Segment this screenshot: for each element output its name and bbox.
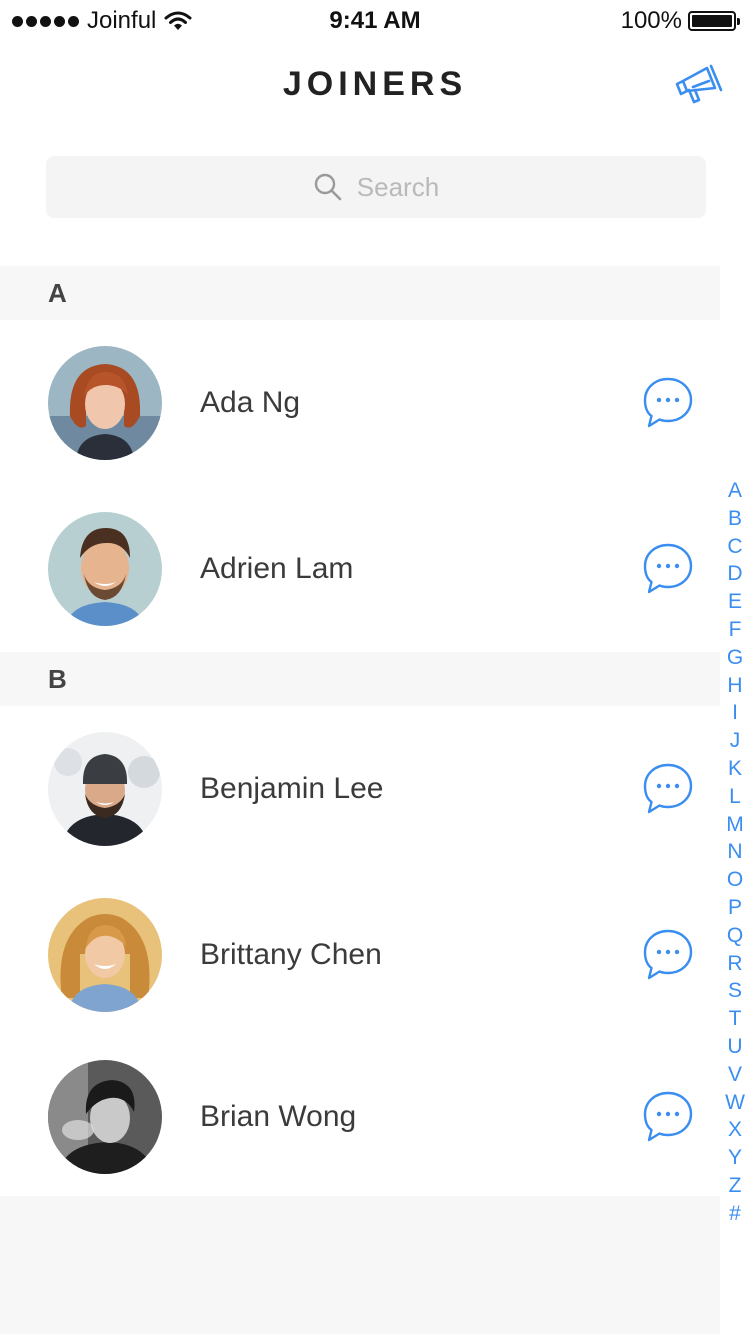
list-footer-background [0,1196,720,1334]
section-header-a: A [0,266,720,320]
index-letter[interactable]: F [722,616,748,644]
megaphone-icon [675,64,723,104]
contact-row[interactable]: Brian Wong [0,1038,720,1196]
contact-list: A Ada Ng Adrien Lam B Benjamin Lee Britt… [0,266,720,1196]
index-letter[interactable]: X [722,1116,748,1144]
contact-name: Adrien Lam [200,552,354,585]
index-letter[interactable]: L [722,783,748,811]
battery-percent: 100% [620,7,682,34]
index-letter[interactable]: I [722,699,748,727]
index-letter[interactable]: U [722,1033,748,1061]
index-letter[interactable]: W [722,1089,748,1117]
index-letter[interactable]: T [722,1005,748,1033]
announcement-button[interactable] [670,60,726,108]
page-title: JOINERS [282,65,468,103]
chat-bubble-icon[interactable] [640,541,696,597]
index-letter[interactable]: G [722,644,748,672]
index-letter[interactable]: V [722,1061,748,1089]
index-letter[interactable]: C [722,533,748,561]
chat-bubble-icon[interactable] [640,375,696,431]
alphabet-index[interactable]: A B C D E F G H I J K L M N O P Q R S T … [722,477,748,1228]
index-letter[interactable]: B [722,505,748,533]
index-letter[interactable]: D [722,560,748,588]
index-letter[interactable]: P [722,894,748,922]
avatar [48,346,162,460]
index-letter[interactable]: O [722,866,748,894]
battery-icon [688,11,740,31]
chat-bubble-icon[interactable] [640,1089,696,1145]
status-bar: Joinful 9:41 AM 100% [0,0,750,42]
chat-bubble-icon[interactable] [640,927,696,983]
contact-row[interactable]: Brittany Chen [0,872,720,1038]
contact-name: Benjamin Lee [200,772,384,805]
index-letter[interactable]: H [722,672,748,700]
contact-row[interactable]: Adrien Lam [0,486,720,652]
contact-name: Brian Wong [200,1100,357,1133]
index-letter[interactable]: # [722,1200,748,1228]
index-letter[interactable]: K [722,755,748,783]
contact-row[interactable]: Benjamin Lee [0,706,720,872]
search-bar[interactable]: Search [46,156,706,218]
search-icon [314,173,342,201]
index-letter[interactable]: Y [722,1144,748,1172]
contact-name: Ada Ng [200,386,301,419]
index-letter[interactable]: M [722,811,748,839]
index-letter[interactable]: S [722,977,748,1005]
contact-row[interactable]: Ada Ng [0,320,720,486]
avatar [48,732,162,846]
avatar [48,512,162,626]
chat-bubble-icon[interactable] [640,761,696,817]
section-header-b: B [0,652,720,706]
index-letter[interactable]: R [722,950,748,978]
index-letter[interactable]: Z [722,1172,748,1200]
status-right: 100% [620,6,740,36]
index-letter[interactable]: N [722,838,748,866]
index-letter[interactable]: J [722,727,748,755]
index-letter[interactable]: A [722,477,748,505]
avatar [48,898,162,1012]
contact-name: Brittany Chen [200,938,382,971]
index-letter[interactable]: Q [722,922,748,950]
avatar [48,1060,162,1174]
search-placeholder: Search [356,171,440,202]
index-letter[interactable]: E [722,588,748,616]
